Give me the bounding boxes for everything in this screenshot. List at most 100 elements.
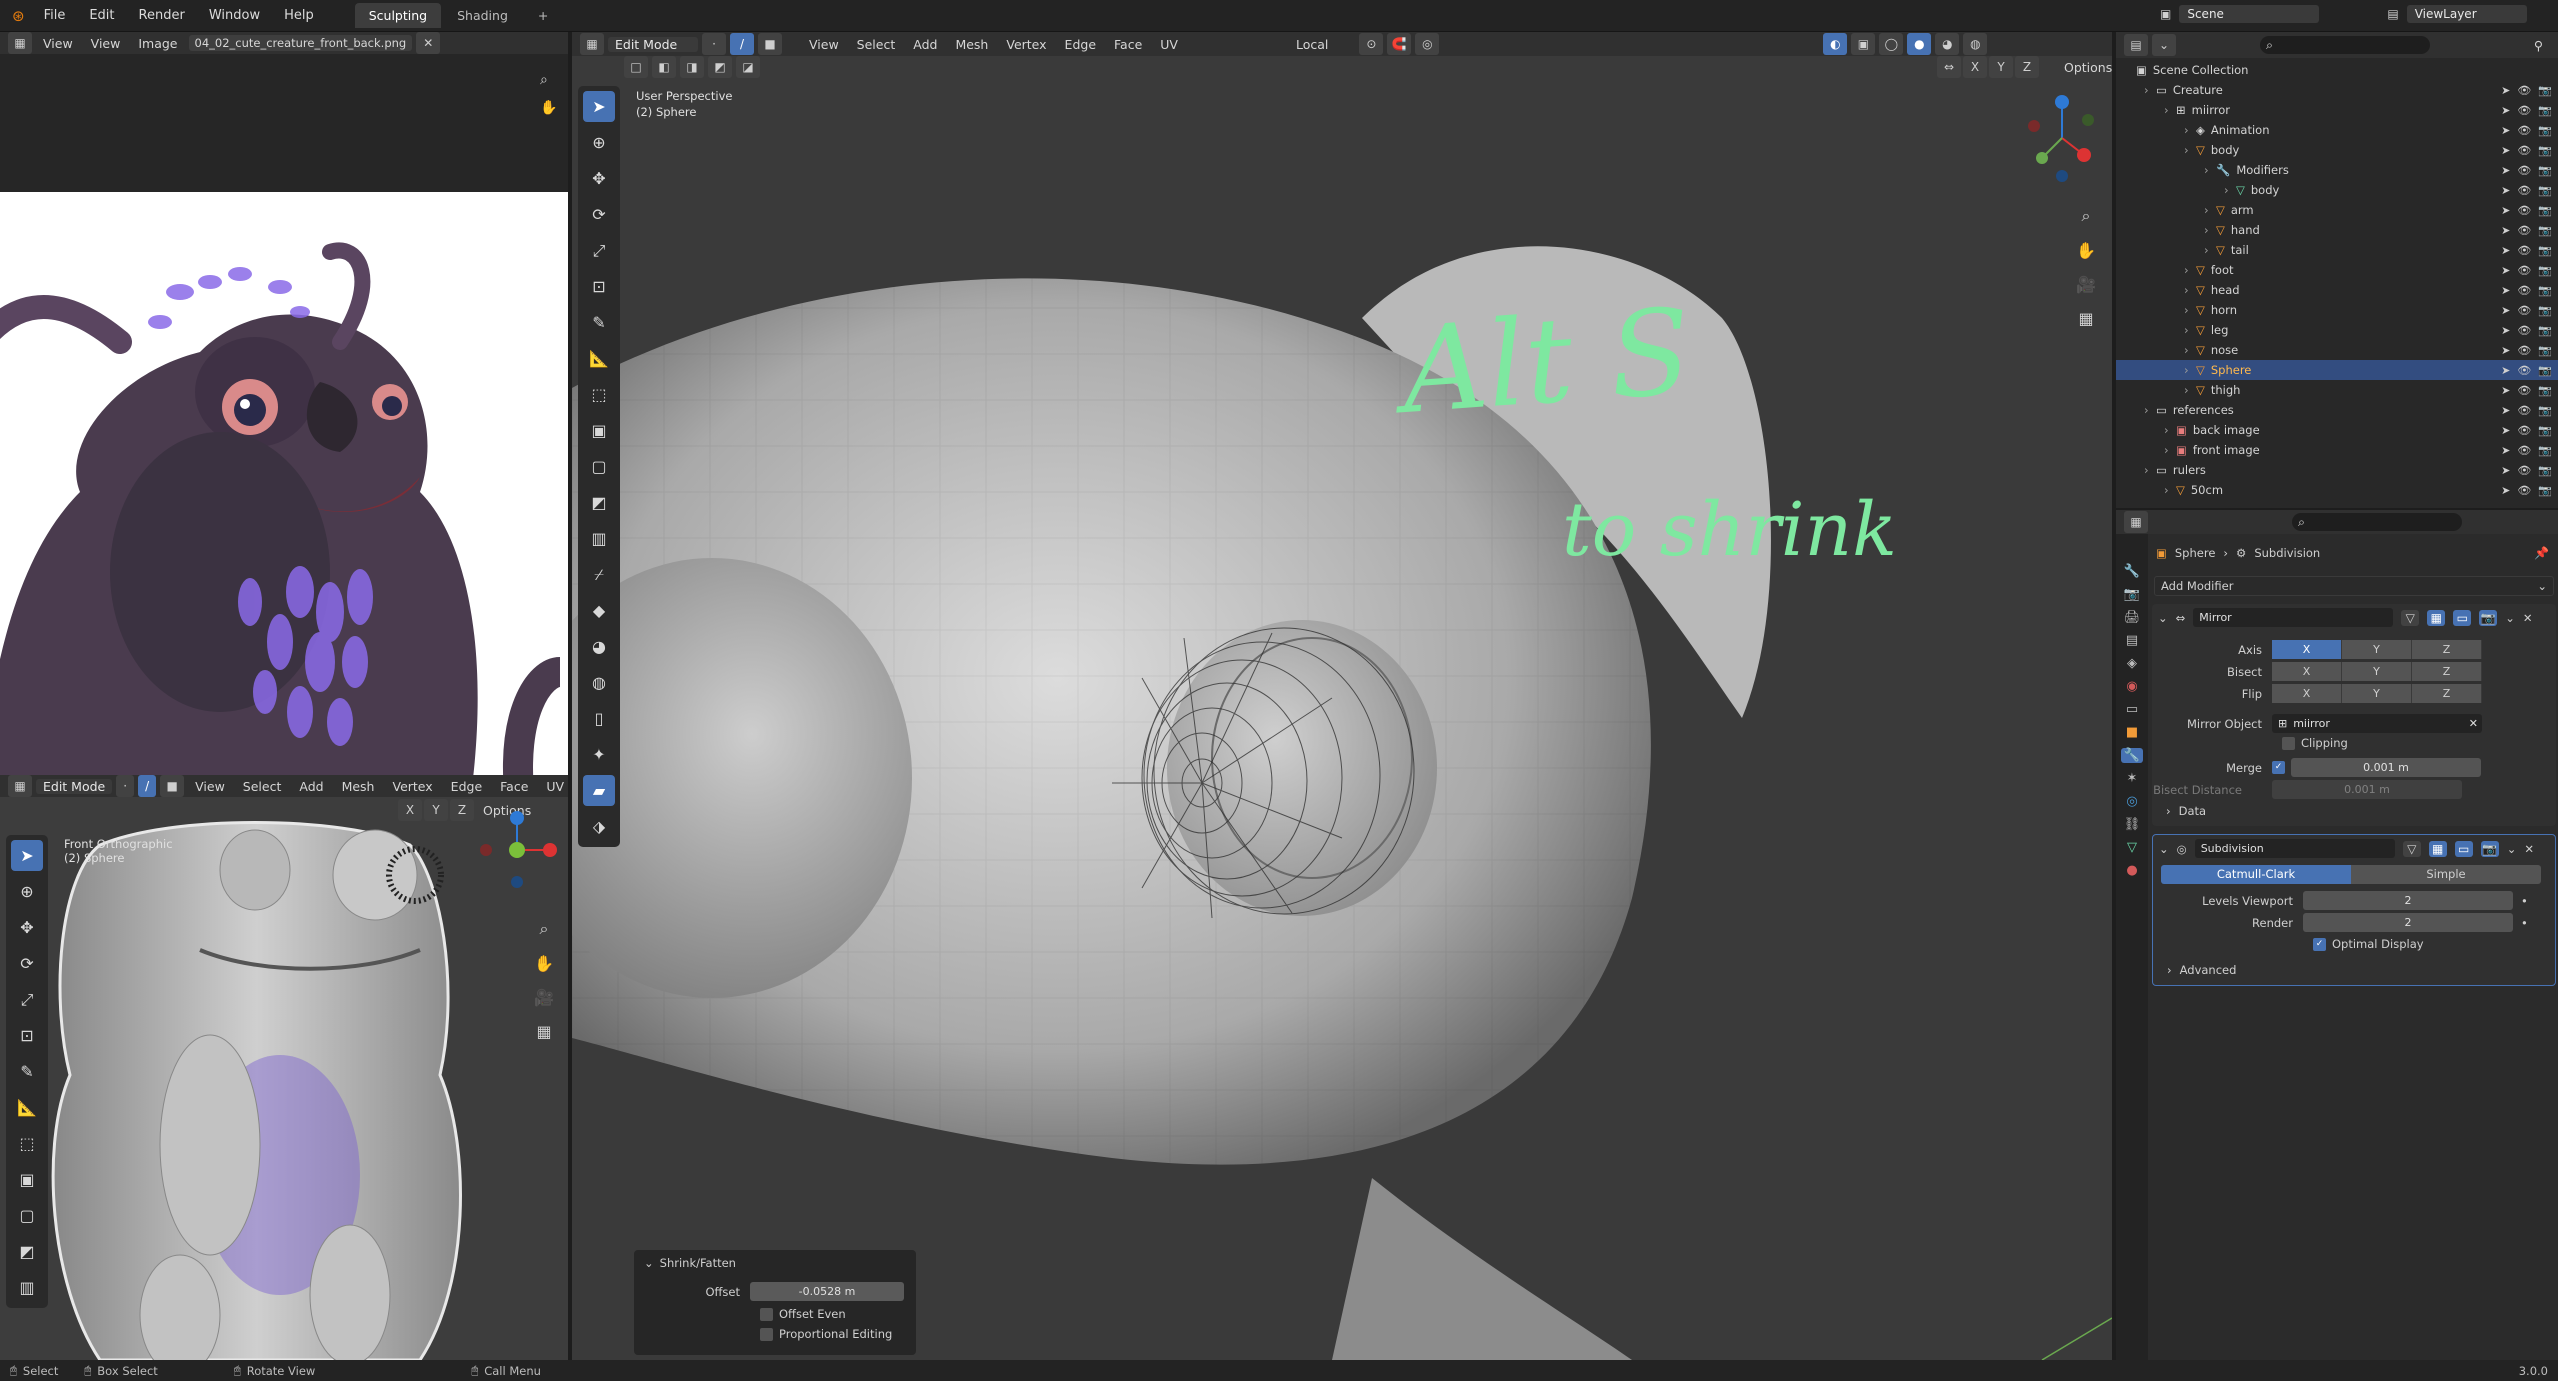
camera-icon[interactable]: 📷	[2538, 324, 2552, 337]
main-viewport[interactable]: ▦ Edit Mode · / ■ View Select Add Mesh V…	[572, 32, 2112, 1360]
editor-type-icon[interactable]: ▦	[8, 775, 32, 797]
select-invert-icon[interactable]: ◩	[708, 56, 732, 78]
eye-icon[interactable]: 👁	[2517, 184, 2531, 197]
inset-icon[interactable]: ▢	[11, 1200, 43, 1231]
select-toggle-icon[interactable]: ➤	[2501, 384, 2510, 397]
select-toggle-icon[interactable]: ➤	[2501, 104, 2510, 117]
render-tab-icon[interactable]: 📷	[2124, 587, 2140, 602]
camera-icon[interactable]: 📷	[2538, 444, 2552, 457]
chevron-right-icon[interactable]: ›	[2204, 243, 2216, 257]
add-cube-icon[interactable]: ⬚	[11, 1128, 43, 1159]
scene-selector[interactable]: Scene	[2179, 5, 2320, 23]
rotate-icon[interactable]: ⟳	[11, 948, 43, 979]
zoom-icon[interactable]: ⌕	[530, 915, 558, 943]
select-intersect-icon[interactable]: ◪	[736, 56, 760, 78]
measure-icon[interactable]: 📐	[11, 1092, 43, 1123]
proportional-edit-icon[interactable]: ◎	[1415, 33, 1440, 55]
pin-icon[interactable]: 📌	[2534, 546, 2549, 560]
smooth-icon[interactable]: ◍	[583, 667, 615, 698]
axis-y-toggle[interactable]: Y	[1989, 56, 2013, 78]
mirror-options-icon[interactable]: ⇔	[1937, 56, 1961, 78]
vertex-select-icon[interactable]: ·	[116, 775, 135, 797]
eye-icon[interactable]: 👁	[2517, 304, 2531, 317]
keyframe-dot-icon[interactable]: •	[2521, 916, 2528, 930]
camera-icon[interactable]: 📷	[2538, 424, 2552, 437]
menu-edge[interactable]: Edge	[1058, 37, 1103, 52]
select-subtract-icon[interactable]: ◨	[680, 56, 704, 78]
physics-tab-icon[interactable]: ◎	[2126, 794, 2137, 809]
menu-file[interactable]: File	[33, 4, 77, 27]
eye-icon[interactable]: 👁	[2517, 264, 2531, 277]
bisect-distance-field[interactable]: 0.001 m	[2272, 780, 2462, 799]
render-levels-field[interactable]: 2	[2303, 913, 2513, 932]
eye-icon[interactable]: 👁	[2517, 284, 2531, 297]
offset-even-checkbox[interactable]	[760, 1307, 773, 1321]
close-icon[interactable]: ✕	[2524, 842, 2534, 856]
chevron-right-icon[interactable]: ›	[2204, 163, 2216, 177]
offset-field[interactable]: -0.0528 m	[750, 1282, 904, 1301]
select-extend-icon[interactable]: ◧	[652, 56, 676, 78]
select-toggle-icon[interactable]: ➤	[2501, 364, 2510, 377]
move-icon[interactable]: ✥	[583, 163, 615, 194]
outliner-row[interactable]: › ▽ arm ➤ 👁 📷	[2116, 200, 2558, 220]
bisect-y[interactable]: Y	[2342, 662, 2412, 681]
modifier-tab-icon[interactable]: 🔧	[2120, 748, 2144, 763]
chevron-down-icon[interactable]: ⌄	[2507, 842, 2517, 856]
outliner-row[interactable]: › ▽ 50cm ➤ 👁 📷	[2116, 480, 2558, 500]
render-toggle-icon[interactable]: 📷	[2480, 840, 2499, 857]
mirror-object-field[interactable]: ⊞ miirror ✕	[2272, 714, 2482, 733]
menu-vertex[interactable]: Vertex	[999, 37, 1053, 52]
outliner-row[interactable]: › ◈ Animation ➤ 👁 📷	[2116, 120, 2558, 140]
menu-add[interactable]: Add	[292, 779, 330, 794]
filter-icon[interactable]: ⚲	[2527, 38, 2550, 53]
hand-icon[interactable]: ✋	[2072, 236, 2100, 264]
outliner-row[interactable]: › ▽ nose ➤ 👁 📷	[2116, 340, 2558, 360]
extrude-icon[interactable]: ▣	[11, 1164, 43, 1195]
select-toggle-icon[interactable]: ➤	[2501, 124, 2510, 137]
shading-render-icon[interactable]: ◍	[1963, 33, 1988, 55]
outliner-row[interactable]: › ▣ back image ➤ 👁 📷	[2116, 420, 2558, 440]
shear-icon[interactable]: ▰	[583, 775, 615, 806]
move-icon[interactable]: ✥	[11, 912, 43, 943]
select-toggle-icon[interactable]: ➤	[2501, 344, 2510, 357]
select-toggle-icon[interactable]: ➤	[2501, 324, 2510, 337]
menu-vertex[interactable]: Vertex	[385, 779, 439, 794]
outliner-row[interactable]: › 🔧 Modifiers ➤ 👁 📷	[2116, 160, 2558, 180]
keyframe-dot-icon[interactable]: •	[2521, 894, 2528, 908]
annotate-icon[interactable]: ✎	[11, 1056, 43, 1087]
menu-view[interactable]: View	[84, 36, 128, 51]
eye-icon[interactable]: 👁	[2517, 224, 2531, 237]
eye-icon[interactable]: 👁	[2517, 344, 2531, 357]
annotate-icon[interactable]: ✎	[583, 307, 615, 338]
camera-icon[interactable]: 📷	[2538, 144, 2552, 157]
outliner-row[interactable]: › ▽ horn ➤ 👁 📷	[2116, 300, 2558, 320]
camera-icon[interactable]: 📷	[2538, 184, 2552, 197]
camera-icon[interactable]: 📷	[2538, 164, 2552, 177]
eye-icon[interactable]: 👁	[2517, 244, 2531, 257]
outliner-row[interactable]: › ▽ tail ➤ 👁 📷	[2116, 240, 2558, 260]
rip-icon[interactable]: ⬗	[583, 811, 615, 842]
axis-x-toggle[interactable]: X	[1963, 56, 1987, 78]
world-tab-icon[interactable]: ◉	[2126, 679, 2137, 694]
add-workspace-button[interactable]: +	[524, 3, 562, 28]
eye-icon[interactable]: 👁	[2517, 144, 2531, 157]
zoom-icon[interactable]: ⌕	[2072, 202, 2100, 230]
mirror-axis-y[interactable]: Y	[2342, 640, 2412, 659]
material-tab-icon[interactable]: ●	[2126, 863, 2137, 878]
mirror-axis-x[interactable]: X	[2272, 640, 2342, 659]
constraints-tab-icon[interactable]: ⛓	[2124, 817, 2141, 832]
eye-icon[interactable]: 👁	[2517, 464, 2531, 477]
chevron-right-icon[interactable]: ›	[2166, 804, 2171, 818]
camera-icon[interactable]: 📷	[2538, 84, 2552, 97]
menu-render[interactable]: Render	[128, 4, 196, 27]
chevron-right-icon[interactable]: ›	[2164, 423, 2176, 437]
viewport-toggle-icon[interactable]: ▭	[2454, 840, 2473, 857]
add-modifier-button[interactable]: Add Modifier ⌄	[2154, 576, 2554, 596]
data-subpanel[interactable]: Data	[2179, 804, 2206, 818]
chevron-right-icon[interactable]: ›	[2184, 363, 2196, 377]
eye-icon[interactable]: 👁	[2517, 104, 2531, 117]
perspective-toggle-icon[interactable]: ▦	[2072, 304, 2100, 332]
select-toggle-icon[interactable]: ➤	[2501, 304, 2510, 317]
chevron-right-icon[interactable]: ›	[2184, 263, 2196, 277]
outliner-row[interactable]: › ▭ Creature ➤ 👁 📷	[2116, 80, 2558, 100]
